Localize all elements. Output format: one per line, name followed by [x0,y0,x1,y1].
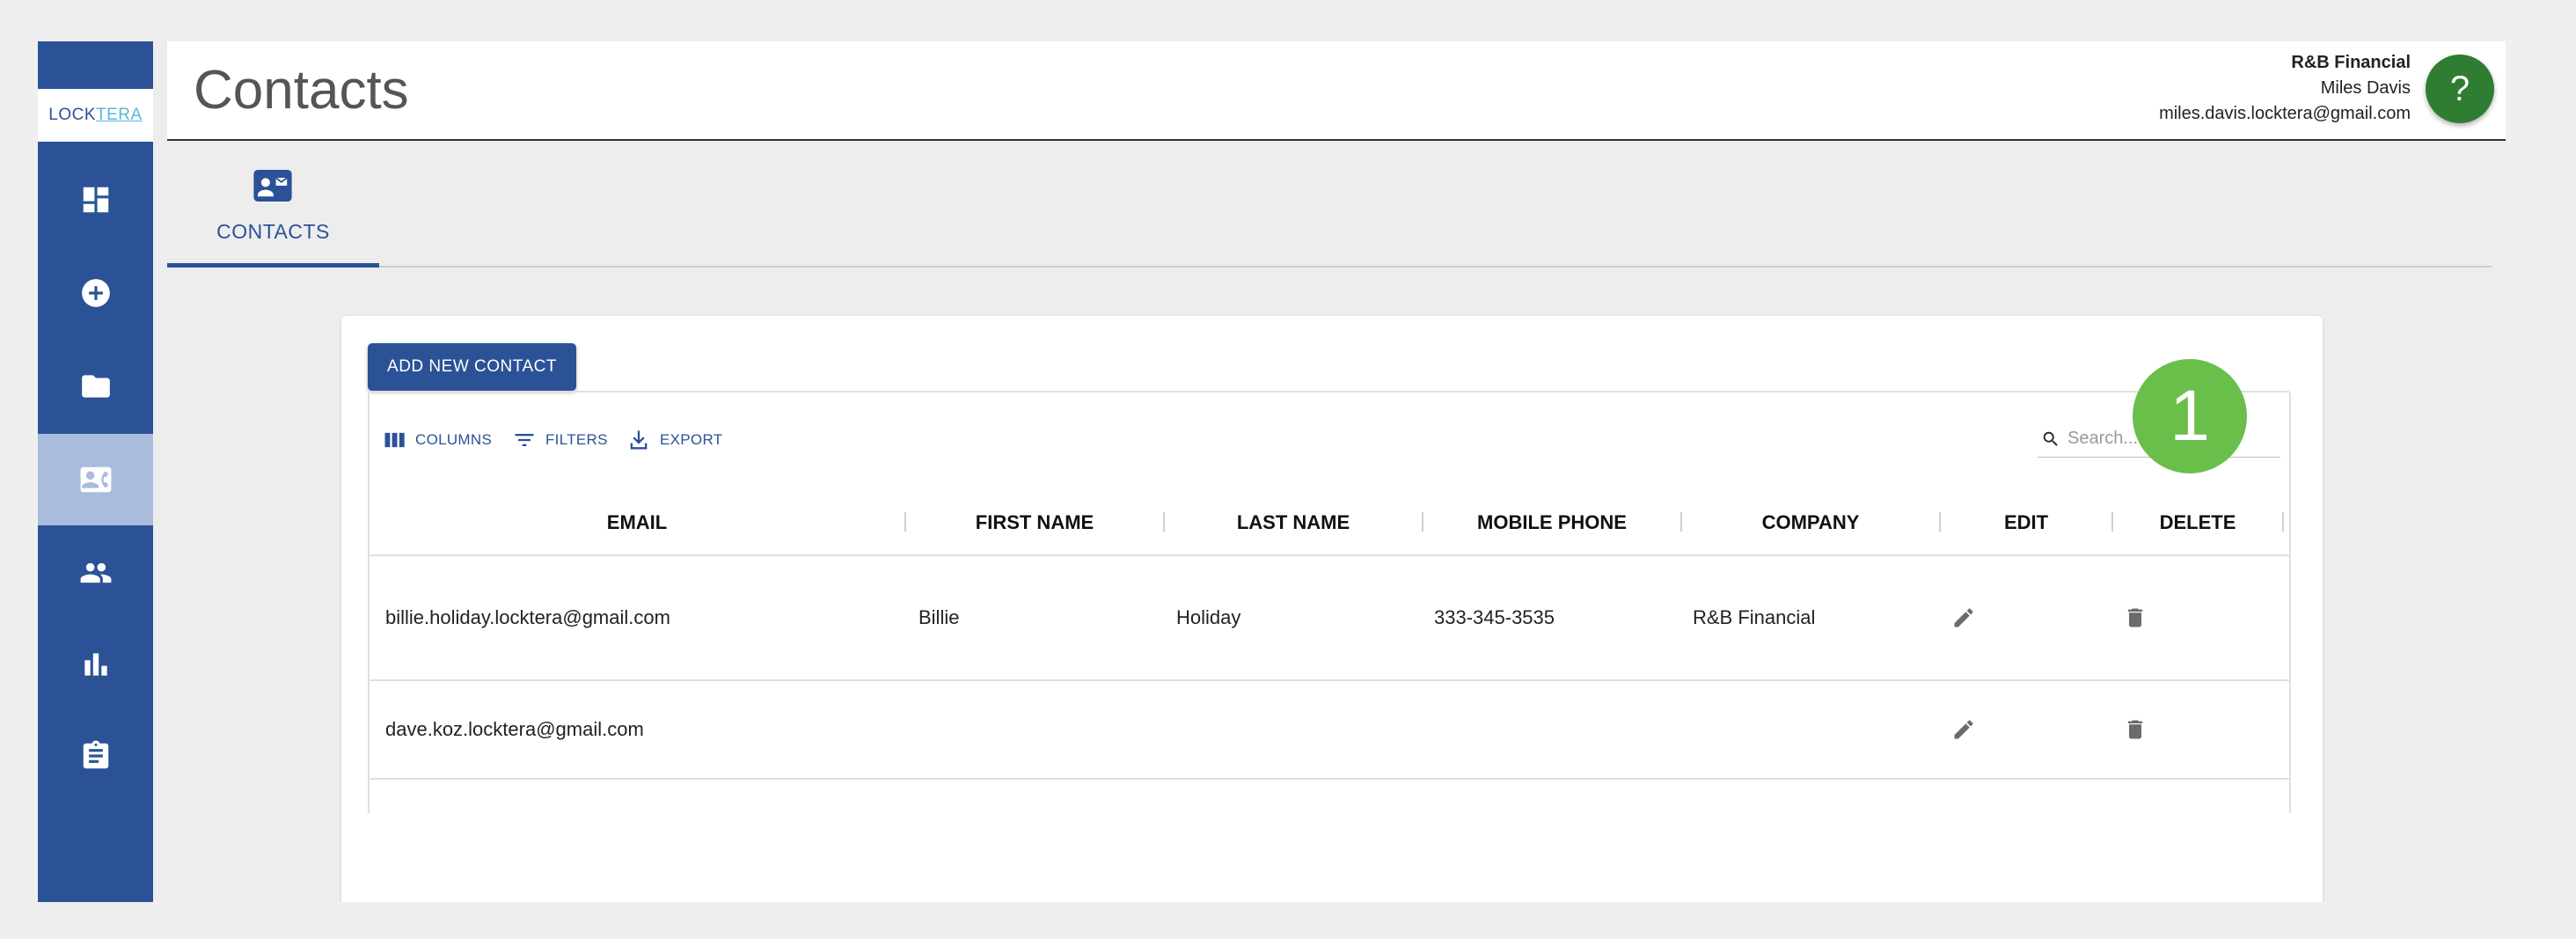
download-icon [630,430,648,450]
pencil-icon [1954,720,1973,739]
tab-contacts-label: CONTACTS [216,220,330,243]
sidebar-item-reports[interactable] [38,619,153,710]
column-header-company[interactable]: COMPANY [1682,489,1939,556]
logo-text-tera: TERA [96,106,143,124]
filters-button[interactable]: FILTERS [512,426,608,454]
tab-bar: CONTACTS [167,141,2492,268]
user-name: Miles Davis [2320,78,2411,98]
sidebar-item-dashboard[interactable] [38,154,153,246]
add-circle-icon [81,279,110,307]
help-button[interactable]: ? [2426,55,2494,123]
delete-button[interactable] [2123,681,2148,778]
edit-button[interactable] [1951,681,1976,778]
search-icon [2043,431,2058,446]
logo[interactable]: LOCK TERA [38,89,153,142]
clipboard-icon [83,740,108,769]
column-header-delete[interactable]: DELETE [2113,489,2282,556]
sidebar-item-tasks[interactable] [38,710,153,802]
edit-button[interactable] [1951,556,1976,679]
contacts-card: ADD NEW CONTACT COLUMNS FILTERS EXPORT S… [341,316,2323,902]
export-label: EXPORT [660,431,723,448]
filters-label: FILTERS [545,431,608,448]
column-header-first-name[interactable]: FIRST NAME [906,489,1163,556]
sidebar-item-files[interactable] [38,341,153,432]
cell-email: billie.holiday.locktera@gmail.com [385,606,670,628]
cell-mobile-phone: 333-345-3535 [1434,606,1555,628]
column-header-mobile-phone[interactable]: MOBILE PHONE [1423,489,1680,556]
tab-contacts[interactable]: CONTACTS [167,141,379,268]
trash-icon [2127,720,2143,739]
cell-first-name: Billie [918,606,960,628]
screenshot-frame: LOCK TERA Contacts R&B Financial Miles D… [0,0,2576,939]
step-callout-badge: 1 [2133,359,2247,473]
columns-button[interactable]: COLUMNS [382,426,492,454]
page-title: Contacts [194,60,409,121]
user-info: R&B Financial Miles Davis miles.davis.lo… [2159,50,2411,127]
cell-company: R&B Financial [1693,606,1816,628]
column-header-edit[interactable]: EDIT [1941,489,2111,556]
org-name: R&B Financial [2291,53,2411,72]
cell-email: dave.koz.locktera@gmail.com [385,718,644,740]
column-separator[interactable] [2282,512,2284,532]
contact-card-icon [253,170,292,202]
sidebar-item-users[interactable] [38,527,153,619]
add-new-contact-button[interactable]: ADD NEW CONTACT [368,343,576,391]
header: Contacts R&B Financial Miles Davis miles… [167,41,2506,141]
contacts-grid: COLUMNS FILTERS EXPORT EMAIL FI [368,391,2291,813]
column-header-email[interactable]: EMAIL [370,489,904,556]
columns-label: COLUMNS [415,431,493,448]
sidebar: LOCK TERA [38,41,153,902]
bar-chart-icon [84,653,107,676]
delete-button[interactable] [2123,556,2148,679]
cell-last-name: Holiday [1176,606,1241,628]
sidebar-item-contacts[interactable] [38,434,153,525]
trash-icon [2127,608,2143,627]
column-header-last-name[interactable]: LAST NAME [1165,489,1422,556]
contact-card-icon [80,466,111,493]
dashboard-icon [83,187,108,213]
logo-text-lock: LOCK [48,106,97,124]
sidebar-item-add[interactable] [38,247,153,339]
table-header-row: EMAIL FIRST NAME LAST NAME MOBILE PHONE … [370,489,2289,556]
folder-icon [81,375,110,398]
filter-icon [515,434,534,446]
export-button[interactable]: EXPORT [626,426,722,454]
people-icon [80,562,111,583]
user-email: miles.davis.locktera@gmail.com [2159,104,2411,123]
pencil-icon [1954,608,1973,627]
table-row[interactable]: billie.holiday.locktera@gmail.com Billie… [370,556,2289,681]
app-window: LOCK TERA Contacts R&B Financial Miles D… [38,41,2506,902]
columns-icon [384,432,405,448]
table-row[interactable]: dave.koz.locktera@gmail.com [370,681,2289,780]
